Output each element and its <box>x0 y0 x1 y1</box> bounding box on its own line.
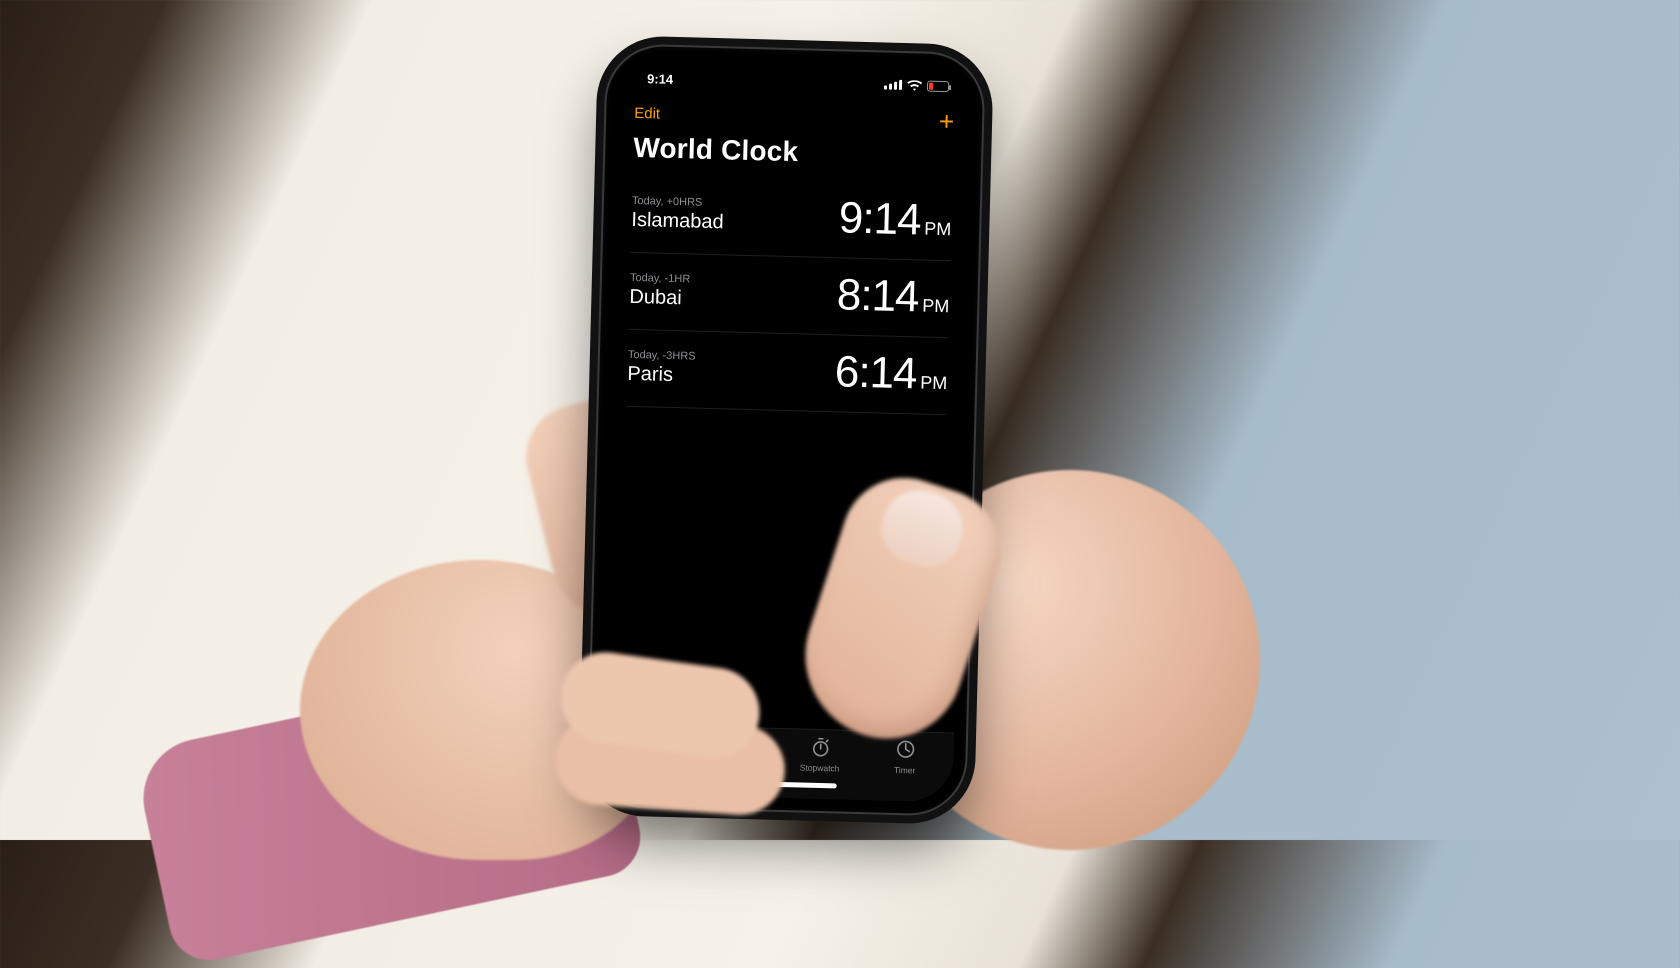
world-clock-row[interactable]: Today, -3HRSParis 6:14PM <box>627 330 949 415</box>
edit-button[interactable]: Edit <box>634 104 660 122</box>
clock-time: 6:14PM <box>834 347 948 400</box>
add-city-button[interactable]: + <box>939 108 955 134</box>
status-time: 9:14 <box>647 71 673 87</box>
world-clock-row[interactable]: Today, -1HRDubai 8:14PM <box>629 253 951 338</box>
clock-city-label: Dubai <box>629 285 690 310</box>
battery-icon <box>927 80 949 92</box>
tab-label: Timer <box>894 765 916 776</box>
clock-city-label: Islamabad <box>631 208 724 233</box>
notch <box>720 60 871 90</box>
clock-offset-label: Today, -1HR <box>630 271 691 285</box>
stopwatch-icon <box>809 736 832 761</box>
clock-offset-label: Today, +0HRS <box>632 194 725 208</box>
tab-timer[interactable]: Timer <box>862 737 948 776</box>
tab-label: Stopwatch <box>800 762 840 773</box>
page-title: World Clock <box>617 125 970 184</box>
wifi-icon <box>907 80 922 91</box>
tab-stopwatch[interactable]: Stopwatch <box>777 735 863 774</box>
world-clock-row[interactable]: Today, +0HRSIslamabad 9:14PM <box>631 176 953 261</box>
clock-offset-label: Today, -3HRS <box>628 348 696 362</box>
clock-time: 9:14PM <box>838 193 952 246</box>
timer-icon <box>894 738 917 763</box>
clock-city-label: Paris <box>627 362 695 387</box>
cellular-signal-icon <box>884 79 902 89</box>
clock-time: 8:14PM <box>836 270 950 323</box>
